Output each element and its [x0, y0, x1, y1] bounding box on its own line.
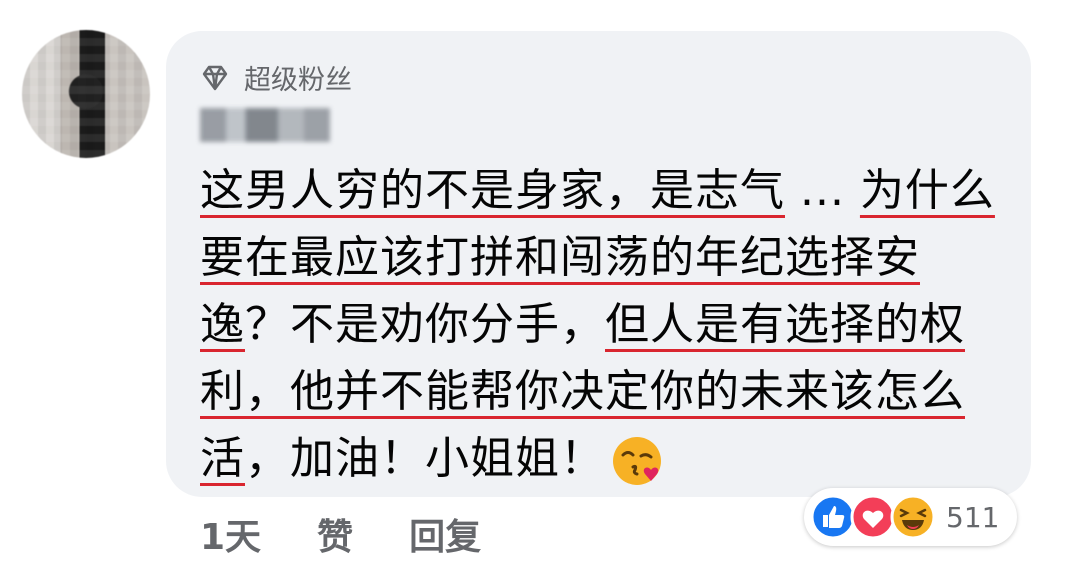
kissing-heart-emoji	[613, 437, 661, 485]
reaction-summary[interactable]: 511	[804, 488, 1018, 546]
comment-actions: 1天 赞 回复	[200, 508, 481, 560]
badge-label: 超级粉丝	[244, 65, 352, 96]
reaction-count: 511	[946, 500, 1000, 534]
reply-button[interactable]: 回复	[409, 508, 481, 560]
comment-segment: ，加油！小姐姐！	[245, 433, 605, 484]
haha-icon	[890, 494, 936, 540]
diamond-icon	[202, 65, 228, 90]
comment-segment: 这男人穷的不是身家，是志气	[200, 165, 785, 216]
comment-segment: ...	[785, 165, 860, 216]
timestamp[interactable]: 1天	[200, 508, 261, 560]
like-button[interactable]: 赞	[317, 508, 353, 560]
comment-segment: ？不是劝你分手，	[245, 299, 605, 350]
top-fan-badge: 超级粉丝	[200, 58, 352, 97]
avatar[interactable]	[22, 30, 150, 158]
username-blurred[interactable]	[200, 108, 330, 142]
comment-text: 这男人穷的不是身家，是志气 ... 为什么要在最应该打拼和闯荡的年纪选择安逸？不…	[200, 157, 1000, 492]
